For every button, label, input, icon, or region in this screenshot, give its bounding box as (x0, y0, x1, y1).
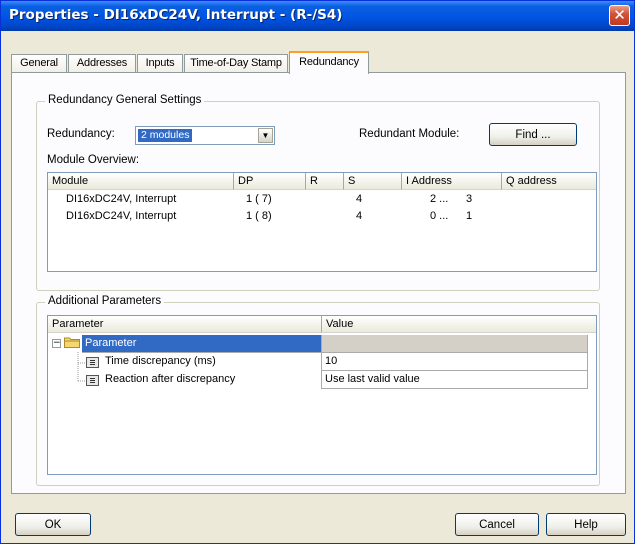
tab-addresses[interactable]: Addresses (68, 54, 136, 73)
column-s[interactable]: S (344, 173, 402, 190)
param-value-time-discrepancy[interactable]: 10 (322, 353, 588, 371)
redundancy-label: Redundancy: (47, 128, 115, 140)
row1-s: 4 (356, 193, 363, 205)
tab-panel-redundancy: Redundancy General Settings Redundancy: … (11, 72, 626, 494)
row1-module: DI16xDC24V, Interrupt (66, 193, 177, 205)
row2-s: 4 (356, 210, 363, 222)
help-button[interactable]: Help (546, 513, 626, 536)
tree-guide-lines (77, 352, 85, 382)
module-overview-header: Module DP R S I Address Q address (48, 173, 596, 190)
find-button[interactable]: Find ... (489, 123, 577, 146)
column-i-address[interactable]: I Address (402, 173, 502, 190)
parameter-grid-header: Parameter Value (48, 316, 596, 333)
row1-dp: 1 ( 7) (246, 193, 272, 205)
row1-i-end: 3 (466, 193, 473, 205)
tree-root-label[interactable]: Parameter (82, 335, 322, 353)
group-title-redundancy: Redundancy General Settings (45, 94, 205, 106)
redundancy-select-value: 2 modules (138, 129, 193, 142)
tab-time-of-day-stamp[interactable]: Time-of-Day Stamp (184, 54, 288, 73)
redundancy-general-settings-group: Redundancy General Settings Redundancy: … (36, 94, 600, 291)
row2-dp: 1 ( 8) (246, 210, 272, 222)
column-module[interactable]: Module (48, 173, 234, 190)
column-r[interactable]: R (306, 173, 344, 190)
tab-general[interactable]: General (11, 54, 67, 73)
title-bar[interactable]: Properties - DI16xDC24V, Interrupt - (R-… (1, 1, 634, 31)
properties-dialog: Properties - DI16xDC24V, Interrupt - (R-… (0, 0, 635, 544)
tab-redundancy[interactable]: Redundancy (289, 51, 369, 74)
group-title-additional: Additional Parameters (45, 295, 165, 307)
module-overview-list[interactable]: Module DP R S I Address Q address DI16xD… (47, 172, 597, 272)
cancel-button[interactable]: Cancel (455, 513, 539, 536)
additional-parameters-group: Additional Parameters Parameter Value − … (36, 295, 600, 486)
column-q-address[interactable]: Q address (502, 173, 596, 190)
param-value-reaction[interactable]: Use last valid value (322, 371, 588, 389)
chevron-down-icon[interactable]: ▼ (258, 128, 273, 143)
ok-button[interactable]: OK (15, 513, 91, 536)
close-button[interactable]: ✕ (609, 5, 630, 26)
parameter-tree-grid[interactable]: Parameter Value − Parameter Time discrep… (47, 315, 597, 475)
column-dp[interactable]: DP (234, 173, 306, 190)
redundant-module-label: Redundant Module: (359, 128, 460, 140)
column-value[interactable]: Value (322, 316, 596, 333)
param-name-reaction: Reaction after discrepancy (102, 371, 322, 389)
row2-i-address: 0 ... (430, 210, 449, 222)
tree-root-value (322, 335, 588, 353)
redundancy-select[interactable]: 2 modules ▼ (135, 126, 275, 145)
row1-i-address: 2 ... (430, 193, 449, 205)
param-name-time-discrepancy: Time discrepancy (ms) (102, 353, 322, 371)
module-overview-label: Module Overview: (47, 154, 140, 166)
row2-module: DI16xDC24V, Interrupt (66, 210, 177, 222)
window-title: Properties - DI16xDC24V, Interrupt - (R-… (9, 7, 343, 23)
row2-i-end: 1 (466, 210, 473, 222)
tab-inputs[interactable]: Inputs (137, 54, 183, 73)
